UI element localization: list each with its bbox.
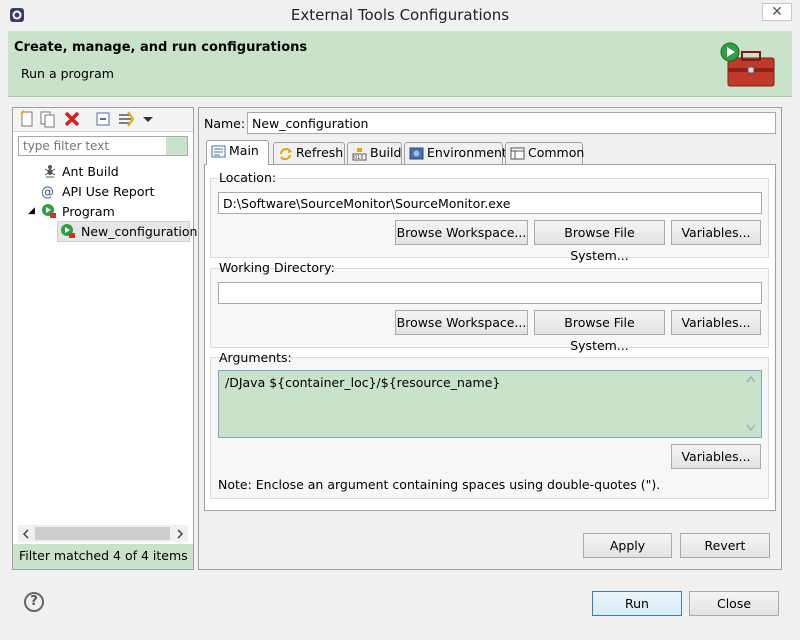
working-directory-input[interactable] [218,282,762,304]
tab-label: Common [528,145,585,160]
banner-title: Create, manage, and run configurations [14,40,308,55]
arguments-variables-button[interactable]: Variables... [671,444,761,469]
run-button[interactable]: Run [592,591,682,616]
svg-text:@: @ [41,185,54,199]
program-config-icon [61,224,75,238]
location-group [210,178,769,258]
tab-common[interactable]: Common [505,142,585,164]
duplicate-icon[interactable] [39,110,57,128]
close-button[interactable]: Close [689,591,779,616]
delete-icon[interactable] [63,110,81,128]
location-label: Location: [219,170,277,185]
scroll-left-icon[interactable] [21,529,31,539]
workdir-variables-button[interactable]: Variables... [671,310,761,335]
new-config-icon[interactable] [18,110,36,128]
workdir-browse-workspace-button[interactable]: Browse Workspace... [395,310,528,335]
expand-arrow-icon[interactable]: ◢ [28,202,35,221]
filter-config-icon[interactable] [117,110,135,128]
working-directory-label: Working Directory: [219,260,335,275]
help-icon[interactable]: ? [24,592,44,612]
tree-item-new-configuration[interactable]: New_configuration [81,222,197,241]
close-icon: ✕ [771,4,783,20]
tree-item-program[interactable]: Program [62,202,115,221]
apply-button[interactable]: Apply [583,533,672,558]
collapse-all-icon[interactable] [94,110,112,128]
svg-text:010: 010 [354,155,364,161]
scrollbar-thumb[interactable] [35,527,170,540]
filter-status: Filter matched 4 of 4 items [13,544,193,569]
location-browse-workspace-button[interactable]: Browse Workspace... [395,220,528,245]
tab-main[interactable]: Main [206,140,269,165]
dropdown-arrow-icon[interactable] [139,110,157,128]
tab-environment[interactable]: Environment [404,142,507,164]
tab-refresh[interactable]: Refresh [273,142,345,164]
toolbox-run-icon [720,42,775,87]
refresh-icon [280,148,292,161]
tab-label: Refresh [296,145,344,160]
banner-subtitle: Run a program [21,66,114,81]
build-icon: 010 [352,148,367,161]
scroll-up-icon[interactable] [746,375,756,383]
working-directory-group [210,268,769,348]
location-input[interactable] [218,192,762,214]
scroll-right-icon[interactable] [175,529,185,539]
ant-icon [44,165,56,178]
window-title: External Tools Configurations [290,6,510,24]
window-close-button[interactable]: ✕ [762,3,792,21]
arguments-note: Note: Enclose an argument containing spa… [218,477,661,492]
environment-icon [409,147,424,160]
scroll-down-icon[interactable] [746,424,756,432]
revert-button[interactable]: Revert [680,533,770,558]
common-icon [510,147,525,160]
tab-label: Main [229,143,259,158]
program-icon [42,204,56,218]
api-report-icon: @ [41,185,54,199]
name-label: Name: [204,116,246,131]
tab-build[interactable]: 010 Build [347,142,402,164]
name-input[interactable] [247,112,776,134]
arguments-label: Arguments: [219,350,292,365]
workdir-browse-file-system-button[interactable]: Browse File System... [534,310,665,353]
location-variables-button[interactable]: Variables... [671,220,761,245]
tab-label: Build [370,145,402,160]
filter-clear-area [166,137,187,155]
tree-item-ant-build[interactable]: Ant Build [62,162,119,181]
filter-input[interactable] [18,136,188,156]
main-tab-icon [211,145,226,158]
arguments-textarea[interactable]: /DJava ${container_loc}/${resource_name} [218,370,762,438]
tree-item-api-use-report[interactable]: API Use Report [62,182,155,201]
location-browse-file-system-button[interactable]: Browse File System... [534,220,665,263]
tab-label: Environment [427,145,507,160]
